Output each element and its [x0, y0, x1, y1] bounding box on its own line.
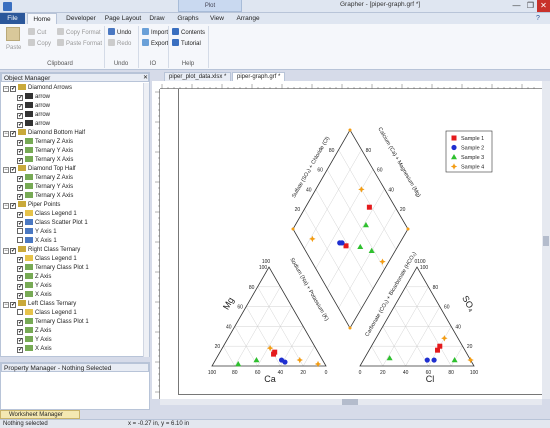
legend-label: Sample 3 [461, 155, 484, 161]
grid-line [327, 169, 385, 269]
axis-title-mg: Mg [221, 296, 236, 312]
data-point-sample-1 [366, 204, 372, 210]
diamond-label-sodium-potassium: Sodium (Na) + Potassium (K) [288, 257, 329, 322]
worksheet-manager-tab[interactable]: Worksheet Manager [0, 410, 80, 419]
grid-line [394, 306, 429, 367]
grid-line [405, 306, 440, 367]
grid-line [246, 306, 281, 367]
tick-label: 40 [278, 370, 284, 376]
tick-label: 60 [444, 305, 450, 311]
tick-label: 80 [448, 370, 454, 376]
grid-line [371, 346, 383, 367]
data-point-sample-4 [467, 356, 474, 364]
tick-label: 20 [467, 344, 473, 350]
tick-label: 100 [420, 265, 429, 271]
piper-diagram: 100 20 40 60 80 100 100 80 60 40 20 0 Mg Ca 0 100 20 40 60… [155, 84, 535, 393]
legend-label: Sample 2 [461, 146, 484, 152]
tick-label: 0 [325, 370, 328, 376]
data-point-sample-4 [358, 186, 365, 193]
grid-line [327, 189, 385, 289]
data-point-sample-3 [357, 243, 364, 250]
data-point-sample-4 [296, 356, 303, 364]
tick-label: 100 [208, 370, 217, 376]
tick-label: 20 [400, 207, 406, 213]
tick-label: 40 [388, 187, 394, 193]
axis-title-cl: Cl [426, 374, 435, 384]
diamond-arrow-tip [291, 227, 295, 231]
status-bar: Nothing selected x = -0.27 in, y = 6.10 … [0, 419, 550, 428]
data-point-sample-3 [451, 357, 458, 363]
grid-line [257, 306, 292, 367]
axis-title-so4: SO₄ [460, 294, 477, 314]
tick-label: 100 [259, 265, 268, 271]
tick-label: 40 [226, 324, 232, 330]
tick-label: 20 [215, 344, 221, 350]
data-point-sample-1 [271, 351, 277, 357]
tick-label: 60 [317, 168, 323, 174]
tick-label: 20 [300, 370, 306, 376]
data-point-sample-3 [253, 357, 260, 363]
tick-label: 60 [237, 305, 243, 311]
tick-label: 40 [403, 370, 409, 376]
grid-line [315, 169, 373, 269]
tick-label: 20 [295, 207, 301, 213]
grid-line [451, 346, 463, 367]
data-point-sample-2 [431, 357, 437, 363]
tick-label: 80 [232, 370, 238, 376]
tick-label: 20 [380, 370, 386, 376]
data-point-sample-4 [441, 335, 448, 342]
tick-label: 0 [359, 370, 362, 376]
legend-symbol-sample-2 [451, 144, 457, 151]
legend-symbol-sample-1 [451, 135, 457, 141]
tick-label: 80 [433, 285, 439, 291]
ruler-ticks [155, 84, 535, 393]
piper-plot: 100 20 40 60 80 100 100 80 60 40 20 0 Mg Ca 0 100 20 40 60… [208, 127, 493, 384]
data-point-sample-2 [339, 240, 345, 246]
grid-line [315, 189, 373, 289]
diamond-arrow-tip [348, 326, 352, 330]
status-coordinates: x = -0.27 in, y = 6.10 in [128, 421, 190, 427]
diamond-arrow-tip [348, 128, 352, 132]
legend-label: Sample 1 [461, 136, 484, 142]
tick-label: 80 [249, 285, 255, 291]
tick-label: 60 [255, 370, 261, 376]
tick-label: 80 [366, 148, 372, 154]
status-selection: Nothing selected [3, 421, 48, 427]
diamond-arrow-tip [406, 227, 410, 231]
data-point-sample-1 [437, 343, 443, 349]
data-point-sample-2 [282, 359, 288, 365]
grid-line [223, 346, 235, 367]
tick-label: 100 [470, 370, 479, 376]
legend-label: Sample 4 [461, 165, 484, 171]
data-point-sample-4 [379, 258, 386, 265]
diamond-label-calcium-magnesium: Calcium (Ca) + Magnesium (Mg) [376, 127, 421, 199]
tick-label: 60 [377, 168, 383, 174]
data-point-sample-2 [424, 357, 430, 363]
axis-title-ca: Ca [264, 374, 276, 384]
data-point-sample-4 [309, 235, 316, 243]
grid-line [338, 149, 396, 249]
grid-line [303, 346, 315, 367]
tick-label: 80 [329, 148, 335, 154]
tick-label: 40 [306, 187, 312, 193]
tick-label: 40 [455, 324, 461, 330]
